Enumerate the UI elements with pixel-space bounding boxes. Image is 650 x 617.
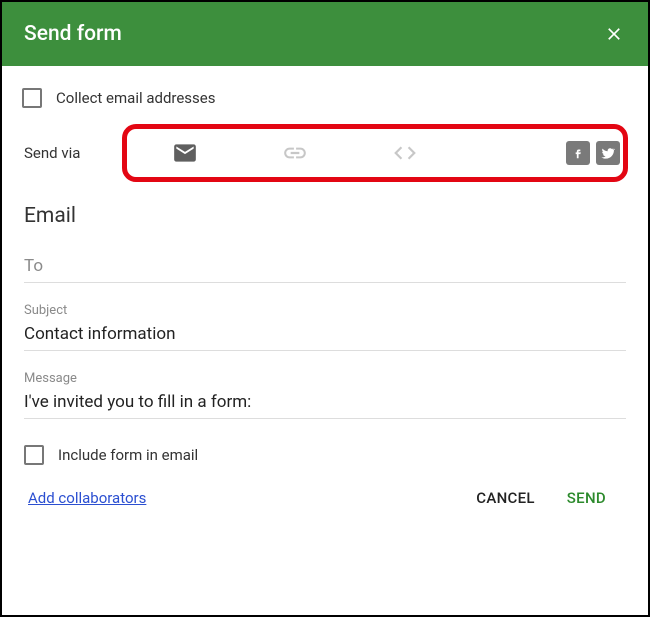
to-field[interactable]: To — [24, 254, 626, 283]
twitter-icon — [601, 146, 615, 160]
link-icon — [282, 140, 308, 166]
dialog-header: Send form — [2, 2, 648, 66]
email-icon — [172, 140, 198, 166]
send-via-row: Send via — [22, 122, 628, 184]
message-label: Message — [24, 371, 626, 390]
collect-emails-checkbox[interactable] — [22, 88, 42, 108]
send-via-tab-email[interactable] — [130, 122, 240, 184]
section-title-email: Email — [24, 194, 626, 254]
dialog-footer: Add collaborators CANCEL SEND — [24, 481, 626, 515]
send-via-tabs — [102, 122, 628, 184]
share-twitter-button[interactable] — [596, 141, 620, 165]
include-form-label: Include form in email — [58, 446, 198, 464]
send-button[interactable]: SEND — [551, 481, 622, 515]
add-collaborators-link[interactable]: Add collaborators — [28, 489, 146, 507]
embed-icon — [392, 140, 418, 166]
subject-field[interactable]: Contact information — [24, 322, 626, 351]
subject-label: Subject — [24, 303, 626, 322]
share-facebook-button[interactable] — [566, 141, 590, 165]
send-via-tab-link[interactable] — [240, 122, 350, 184]
collect-emails-label: Collect email addresses — [56, 89, 216, 107]
send-via-label: Send via — [22, 144, 102, 162]
send-via-tab-embed[interactable] — [350, 122, 460, 184]
collect-emails-row: Collect email addresses — [22, 80, 628, 122]
include-form-checkbox[interactable] — [24, 445, 44, 465]
close-button[interactable] — [602, 22, 626, 46]
close-icon — [604, 24, 624, 44]
facebook-icon — [571, 146, 585, 160]
message-field[interactable]: I've invited you to fill in a form: — [24, 390, 626, 419]
cancel-button[interactable]: CANCEL — [460, 481, 551, 515]
include-form-row: Include form in email — [24, 439, 626, 481]
dialog-title: Send form — [24, 22, 122, 46]
